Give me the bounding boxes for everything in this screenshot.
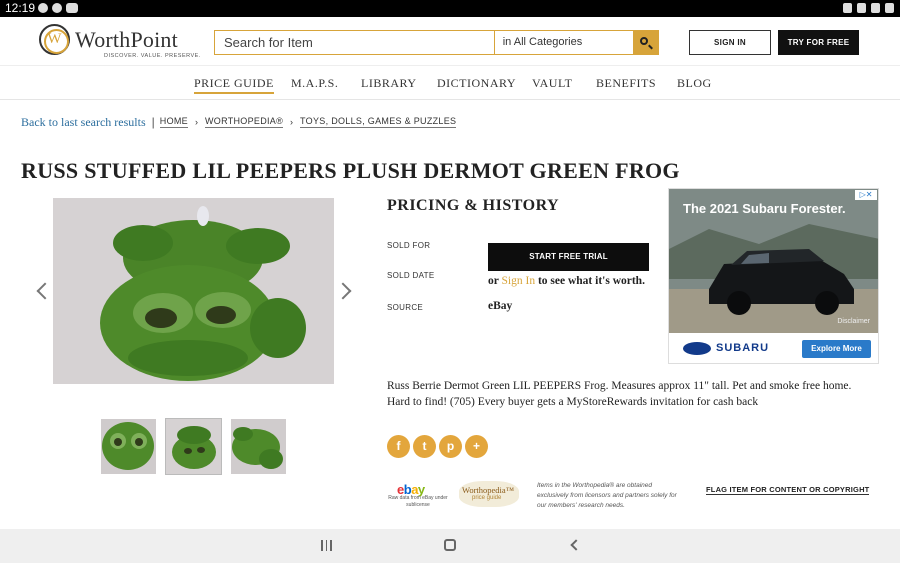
status-left-icons	[38, 3, 78, 13]
thumbnail-image	[166, 419, 221, 474]
page-title: RUSS STUFFED LIL PEEPERS PLUSH DERMOT GR…	[21, 158, 680, 183]
subaru-advertisement[interactable]: The 2021 Subaru Forester. ▷✕ Disclaimer …	[668, 188, 879, 364]
search-bar: in All Categories	[214, 30, 659, 55]
nav-dictionary[interactable]: DICTIONARY	[437, 76, 516, 91]
sign-in-prefix: or	[488, 275, 499, 287]
facebook-share-icon[interactable]: f	[387, 435, 410, 458]
chevron-right-icon: ›	[290, 117, 294, 127]
search-input[interactable]	[215, 31, 494, 54]
status-right-icons	[843, 3, 894, 13]
subaru-logo-icon	[683, 342, 711, 355]
next-photo-arrow-icon[interactable]	[334, 282, 352, 300]
mute-icon	[857, 3, 866, 13]
logo-text[interactable]: WorthPoint	[75, 27, 178, 53]
chevron-right-icon: ›	[194, 117, 198, 127]
notification-icon	[52, 3, 62, 13]
sign-in-suffix: to see what it's worth.	[537, 275, 645, 287]
previous-photo-arrow-icon[interactable]	[36, 282, 54, 300]
sign-in-link[interactable]: Sign In	[502, 275, 536, 287]
try-for-free-button[interactable]: TRY FOR FREE	[778, 30, 859, 55]
back-to-results-link[interactable]: Back to last search results	[21, 115, 146, 130]
flag-item-link[interactable]: FLAG ITEM FOR CONTENT OR COPYRIGHT	[706, 485, 870, 495]
explore-more-button[interactable]: Explore More	[802, 340, 871, 358]
search-icon	[640, 37, 649, 45]
breadcrumb: Back to last search results | HOME › WOR…	[21, 115, 457, 130]
pinterest-share-icon[interactable]: p	[439, 435, 462, 458]
notification-icon	[38, 3, 48, 13]
logo-tagline: DISCOVER. VALUE. PRESERVE.	[104, 53, 201, 59]
thumbnail-image	[101, 419, 156, 474]
sign-in-prompt: or Sign In to see what it's worth.	[488, 275, 645, 287]
site-header: W WorthPoint DISCOVER. VALUE. PRESERVE. …	[0, 17, 900, 66]
item-description: Russ Berrie Dermot Green LIL PEEPERS Fro…	[387, 380, 852, 408]
frog-photo	[53, 198, 334, 384]
recent-apps-icon[interactable]	[321, 540, 332, 551]
thumbnail-image	[231, 419, 286, 474]
ad-headline: The 2021 Subaru Forester.	[683, 201, 846, 216]
source-value: eBay	[488, 300, 513, 312]
ad-brand: SUBARU	[716, 342, 770, 354]
breadcrumb-home[interactable]: HOME	[159, 116, 188, 128]
pricing-history-title: PRICING & HISTORY	[387, 197, 560, 214]
logo-letter: W	[47, 31, 62, 47]
category-select[interactable]: in All Categories	[493, 31, 633, 54]
photo-thumbnail-2[interactable]	[166, 419, 221, 474]
back-icon[interactable]	[570, 539, 582, 551]
start-free-trial-button[interactable]: START FREE TRIAL	[488, 243, 649, 271]
main-product-photo[interactable]	[53, 198, 334, 384]
home-icon[interactable]	[444, 539, 456, 551]
status-bar: 12:19	[0, 0, 900, 17]
photo-thumbnail-1[interactable]	[101, 419, 156, 474]
breadcrumb-worthopedia[interactable]: WORTHOPEDIA®	[204, 116, 284, 128]
breadcrumb-divider: |	[151, 115, 155, 129]
sold-date-label: SOLD DATE	[387, 271, 435, 280]
nav-benefits[interactable]: BENEFITS	[596, 76, 656, 91]
nav-vault[interactable]: VAULT	[532, 76, 573, 91]
breadcrumb-category[interactable]: TOYS, DOLLS, GAMES & PUZZLES	[300, 116, 457, 128]
wifi-icon	[871, 3, 880, 13]
worthopedia-logo: Worthopedia™	[462, 485, 515, 495]
sold-for-label: SOLD FOR	[387, 241, 431, 250]
nav-blog[interactable]: BLOG	[677, 76, 712, 91]
adchoices-icon[interactable]: ▷✕	[855, 190, 877, 200]
nav-price-guide[interactable]: PRICE GUIDE	[194, 76, 274, 94]
game-controller-icon	[66, 3, 78, 13]
nav-library[interactable]: LIBRARY	[361, 76, 417, 91]
search-button[interactable]	[633, 31, 659, 54]
ad-disclaimer[interactable]: Disclaimer	[837, 318, 870, 325]
alarm-icon	[843, 3, 852, 13]
battery-icon	[885, 3, 894, 13]
worthopedia-disclaimer: Items in the Worthopedia® are obtained e…	[537, 482, 677, 509]
logo-icon[interactable]: W	[39, 24, 70, 55]
ad-footer: SUBARU Explore More	[669, 333, 878, 363]
worthopedia-subtitle: price guide	[472, 495, 502, 501]
twitter-share-icon[interactable]: t	[413, 435, 436, 458]
main-nav: PRICE GUIDE M.A.P.S. LIBRARY DICTIONARY …	[0, 66, 900, 100]
photo-thumbnail-3[interactable]	[231, 419, 286, 474]
status-time: 12:19	[5, 1, 36, 15]
android-nav-bar	[0, 529, 900, 563]
nav-maps[interactable]: M.A.P.S.	[291, 76, 338, 91]
source-label: SOURCE	[387, 303, 424, 312]
sign-in-button[interactable]: SIGN IN	[689, 30, 771, 55]
share-buttons: f t p +	[387, 435, 488, 458]
ebay-caption: Raw data from eBay under sublicense	[388, 495, 448, 508]
more-share-icon[interactable]: +	[465, 435, 488, 458]
